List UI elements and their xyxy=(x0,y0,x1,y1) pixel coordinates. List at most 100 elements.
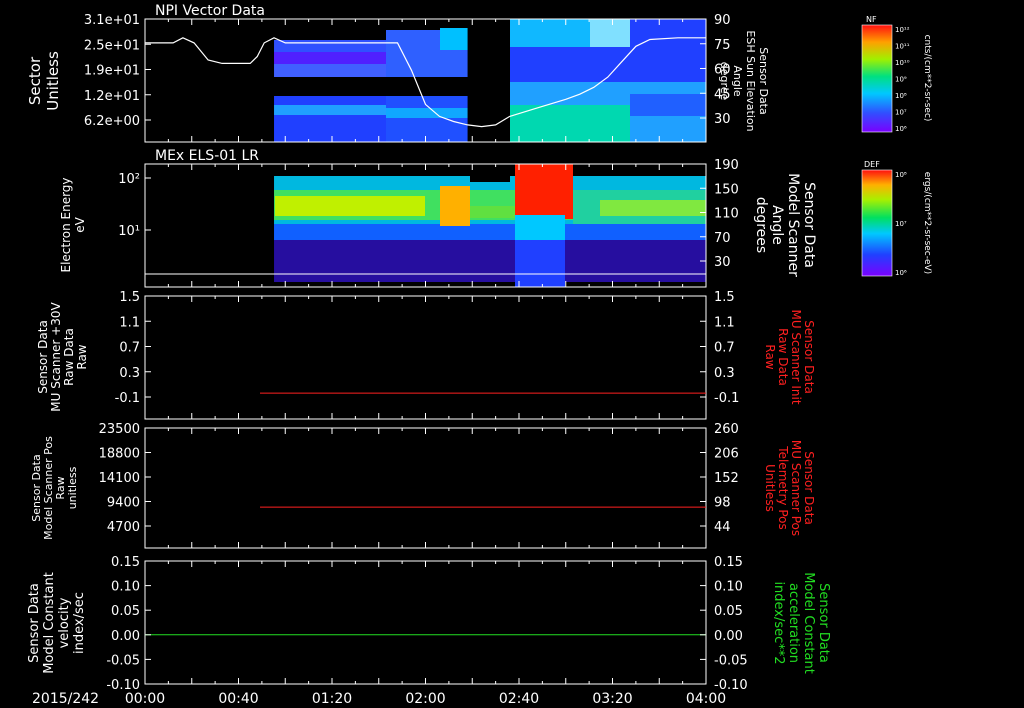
y2-tick-label: 260 xyxy=(714,422,739,437)
npi-block-o xyxy=(630,94,706,116)
colorbar-tick-label: 10¹⁰ xyxy=(895,59,910,67)
y2-tick-label: 0.7 xyxy=(714,341,735,356)
els-block-k xyxy=(515,240,565,287)
mu30v-axes-frame xyxy=(144,295,707,420)
y-tick-label: 0.10 xyxy=(111,580,140,595)
y-tick-label: 1.1 xyxy=(119,315,140,330)
y-tick-label: 0.00 xyxy=(111,629,140,644)
y-tick-label: 14100 xyxy=(99,471,140,486)
y-tick-label: 1.2e+01 xyxy=(84,89,140,104)
els-y2label-line2: Model Scanner xyxy=(785,173,801,277)
colorbar-tick-label: 10⁷ xyxy=(895,220,907,228)
colorbar-tick-label: 10⁸ xyxy=(895,92,907,100)
els-block-m xyxy=(600,200,706,216)
npi-y2label-line4: degree xyxy=(718,62,731,101)
mu30v-y2label-line2: MU Scanner Init xyxy=(789,309,803,404)
def-colorbar-ticks: 10⁸ 10⁷ 10⁶ xyxy=(895,171,907,277)
colorbar-tick-label: 10⁸ xyxy=(895,171,907,179)
npi-block-d xyxy=(272,96,386,142)
modelconst-axes-frame xyxy=(144,560,707,685)
colorbar-tick-label: 10¹¹ xyxy=(895,43,910,51)
modelconst-y2label-line4: index/sec**2 xyxy=(771,581,786,664)
y2-tick-label: 30 xyxy=(714,255,731,270)
npi-block-b xyxy=(272,52,386,64)
y-tick-label: 1.9e+01 xyxy=(84,64,140,79)
date-label: 2015/242 xyxy=(32,691,99,707)
y2-tick-label: 0.05 xyxy=(714,604,743,619)
y2-tick-label: 1.5 xyxy=(714,290,735,305)
time-tick-label: 04:00 xyxy=(686,691,726,707)
els-ylabel-line1: Electron Energy xyxy=(59,177,73,272)
els-y2label-line3: Angle xyxy=(769,205,785,245)
scanpos-y2label: Sensor Data MU Scanner Pos Telemetry Pos… xyxy=(763,440,816,536)
els-block-n xyxy=(470,164,510,182)
panel-model-constant: 0.150.100.050.00-0.05-0.100.150.100.050.… xyxy=(27,555,831,693)
npi-block-l xyxy=(590,19,630,47)
els-block-f xyxy=(275,196,425,216)
y2-tick-label: 0.10 xyxy=(714,580,743,595)
colorbar-tick-label: 10⁷ xyxy=(895,109,907,117)
y-tick-label: -0.05 xyxy=(106,653,140,668)
modelconst-ylabel-line3: velocity xyxy=(57,597,72,648)
y2-tick-label: -0.05 xyxy=(714,653,748,668)
data-gap xyxy=(467,19,502,142)
modelconst-y2label-line3: acceleration xyxy=(786,583,801,663)
colorbar-tick-label: 10⁹ xyxy=(895,76,907,84)
scanpos-y2label-line4: Unitless xyxy=(763,464,777,512)
panel-title-els: MEx ELS-01 LR xyxy=(155,148,259,164)
y2-tick-label: 75 xyxy=(714,38,731,53)
y-tick-label: 10¹ xyxy=(118,224,140,239)
modelconst-ylabel-line4: index/sec xyxy=(72,592,87,654)
mu30v-y2label-line3: Raw Data xyxy=(776,328,790,386)
npi-block-c xyxy=(272,64,386,77)
scanpos-y2label-line2: MU Scanner Pos xyxy=(789,440,803,536)
colorbar-tick-label: 10⁶ xyxy=(895,125,907,133)
y-tick-label: 9400 xyxy=(107,496,140,511)
npi-ylabel-line2: Unitless xyxy=(44,51,62,111)
y-tick-label: 0.15 xyxy=(111,555,140,570)
y2-tick-label: 30 xyxy=(714,112,731,127)
def-colorbar-gradient xyxy=(861,169,893,277)
y2-tick-label: 152 xyxy=(714,471,739,486)
npi-block-e xyxy=(272,105,386,115)
nf-colorbar-units: cnts/(cm**2-sr-sec) xyxy=(922,35,932,122)
mu30v-ylabel-line3: Raw Data xyxy=(62,328,76,386)
y-tick-label: 6.2e+00 xyxy=(84,114,140,129)
mu30v-ylabel-line2: MU Scanner +30V xyxy=(49,302,63,412)
panel-scanner-pos: 23500 18800 14100 9400 4700 260 206 152 98 44 Sen… xyxy=(30,422,816,549)
y2-tick-label: 70 xyxy=(714,231,731,246)
panel-title-npi: NPI Vector Data xyxy=(155,3,265,19)
time-tick-label: 02:40 xyxy=(499,691,539,707)
time-tick-label: 00:00 xyxy=(125,691,165,707)
colorbar-tick-label: 10¹² xyxy=(895,26,910,34)
y2-tick-label: 150 xyxy=(714,182,739,197)
modelconst-y2label: Sensor Data Model Constant acceleration … xyxy=(771,572,831,674)
nf-colorbar-gradient xyxy=(861,24,893,133)
scanpos-y2label-line1: Sensor Data xyxy=(802,451,816,525)
colorbar-tick-label: 10⁶ xyxy=(895,269,907,277)
data-gap xyxy=(145,19,275,142)
y-tick-label: 23500 xyxy=(99,422,140,437)
scanpos-ylabel: Sensor Data Model Scanner Pos Raw unitle… xyxy=(30,436,79,540)
y-tick-label: 10² xyxy=(118,172,140,187)
y2-tick-label: 0.3 xyxy=(714,366,735,381)
def-colorbar-units: ergs/(cm**2-sr-sec-eV) xyxy=(922,172,932,274)
y2-tick-label: 44 xyxy=(714,520,731,535)
y2-tick-label: 1.1 xyxy=(714,315,735,330)
y2-tick-label: 0.15 xyxy=(714,555,743,570)
nf-colorbar: NF 10¹² 10¹¹ 10¹⁰ 10⁹ 10⁸ 10⁷ 10⁶ cnts/(cm**2-… xyxy=(861,15,932,133)
modelconst-ylabel: Sensor Data Model Constant velocity inde… xyxy=(27,572,87,674)
y2-tick-label: 0.00 xyxy=(714,629,743,644)
mu30v-y2label: Sensor Data MU Scanner Init Raw Data Raw xyxy=(763,309,816,404)
data-gap xyxy=(145,164,275,287)
y-tick-label: 0.05 xyxy=(111,604,140,619)
panel-mu-scanner-30v: 1.5 1.1 0.7 0.3 -0.1 1.5 1.1 0.7 0.3 -0.1 Sensor … xyxy=(36,290,816,420)
els-block-h xyxy=(470,206,515,218)
modelconst-y2label-line2: Model Constant xyxy=(801,572,816,674)
scanpos-axes-frame xyxy=(144,427,707,549)
els-spectrogram xyxy=(145,164,706,287)
time-tick-label: 00:40 xyxy=(218,691,258,707)
els-ylabel-line2: eV xyxy=(73,216,87,232)
modelconst-ylabel-line2: Model Constant xyxy=(42,572,57,674)
els-block-g xyxy=(440,186,470,226)
